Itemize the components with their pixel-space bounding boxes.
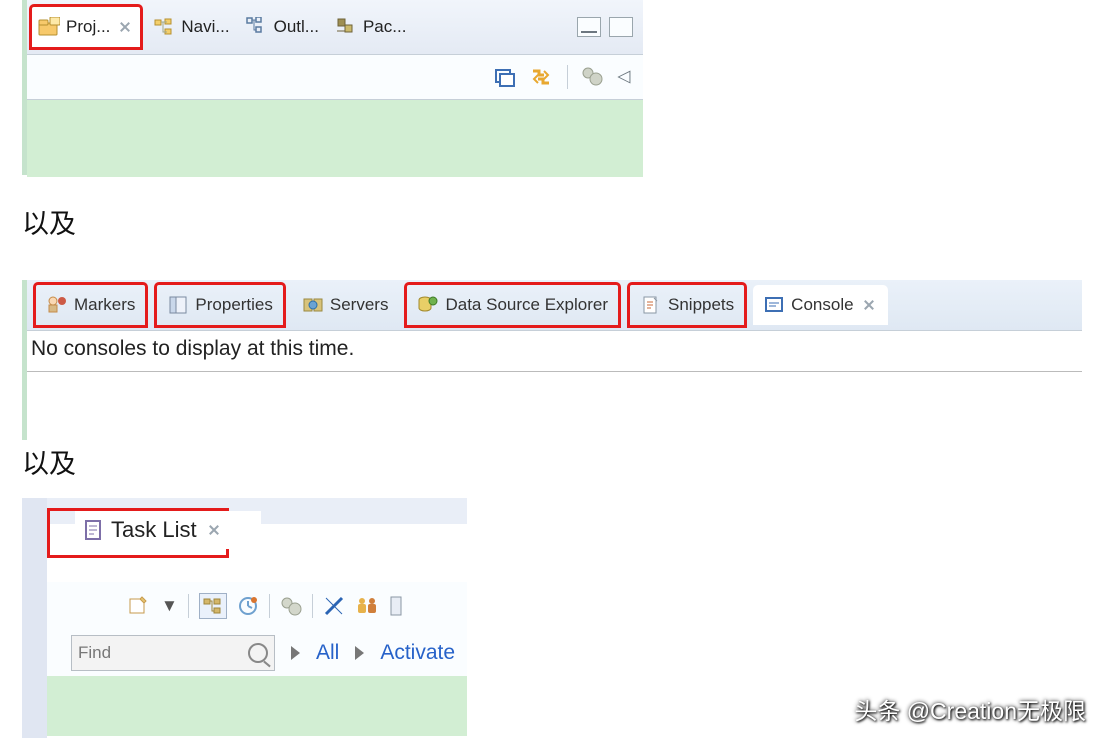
tab-label: Proj... [66,17,110,37]
tab-label: Navi... [181,17,229,37]
view-menu-icon[interactable]: ▽ [614,70,634,83]
tab-label: Outl... [274,17,319,37]
link-with-editor-icon[interactable] [529,65,555,89]
scheduled-icon[interactable] [237,595,259,617]
task-list-icon [83,519,105,541]
data-source-icon [417,294,439,316]
find-input[interactable]: Find [71,635,275,671]
project-explorer-panel: Proj... Navi... [22,0,643,177]
maximize-button[interactable] [609,17,633,37]
tab-project-explorer[interactable]: Proj... [29,4,143,50]
focus-task-icon[interactable] [580,65,606,89]
tab-markers[interactable]: Markers [33,282,148,328]
project-explorer-content [27,100,643,177]
servers-icon [302,294,324,316]
tab-label: Markers [74,295,135,315]
properties-icon [167,294,189,316]
tab-snippets[interactable]: Snippets [627,282,747,328]
tab-outline[interactable]: Outl... [240,7,325,47]
panel-accent [22,498,47,738]
tab-label: Properties [195,295,272,315]
view-tab-bar: Proj... Navi... [27,0,643,55]
tab-package-explorer[interactable]: Pac... [329,7,412,47]
separator-text: 以及 [22,442,76,481]
expand-icon[interactable] [355,646,364,660]
package-explorer-icon [335,16,357,38]
console-icon [763,294,785,316]
tab-console[interactable]: Console [753,285,887,325]
tab-task-list[interactable]: Task List [75,511,261,549]
filter-all-link[interactable]: All [316,641,339,665]
tab-navigator[interactable]: Navi... [147,7,235,47]
tab-label: Data Source Explorer [445,295,608,315]
bottom-views-panel: Markers Properties Servers [22,250,1082,372]
bottom-tab-bar: Markers Properties Servers [27,280,1082,331]
separator-text: 以及 [22,202,76,241]
synchronize-icon[interactable] [389,595,403,617]
task-list-panel: Task List ▼ [22,490,467,736]
filter-activate-link[interactable]: Activate [380,641,455,665]
tab-data-source-explorer[interactable]: Data Source Explorer [404,282,621,328]
dropdown-arrow-icon[interactable]: ▼ [161,596,178,616]
minimize-button[interactable] [577,17,601,37]
new-task-icon[interactable] [127,595,151,617]
toolbar-separator [269,594,270,618]
task-list-toolbar: ▼ [47,582,467,630]
task-list-filter-row: Find All Activate [47,630,467,676]
focus-workweek-icon[interactable] [280,596,302,616]
tab-properties[interactable]: Properties [154,282,285,328]
panel-window-controls [577,17,643,37]
task-list-content [47,676,467,736]
show-people-icon[interactable] [355,595,379,617]
expand-icon[interactable] [291,646,300,660]
watermark-text: 头条 @Creation无极限 [854,692,1086,726]
toolbar-separator [188,594,189,618]
toolbar-separator [312,594,313,618]
close-icon[interactable] [205,521,223,539]
tab-label: Servers [330,295,389,315]
categorize-icon[interactable] [199,593,227,619]
tab-servers[interactable]: Servers [292,285,399,325]
markers-icon [46,294,68,316]
collapse-all-icon[interactable] [493,65,517,89]
close-icon[interactable] [860,296,878,314]
toolbar-separator [567,65,568,89]
project-explorer-icon [38,16,60,38]
project-explorer-toolbar: ▽ [27,55,643,100]
close-icon[interactable] [116,18,134,36]
find-placeholder: Find [78,643,111,663]
tab-label: Snippets [668,295,734,315]
tab-label: Pac... [363,17,406,37]
outline-icon [246,16,268,38]
search-icon [248,643,268,663]
snippets-icon [640,294,662,316]
tab-label: Console [791,295,853,315]
navigator-icon [153,16,175,38]
tab-label: Task List [111,517,197,543]
console-empty-message: No consoles to display at this time. [27,331,1082,372]
hide-completed-icon[interactable] [323,595,345,617]
